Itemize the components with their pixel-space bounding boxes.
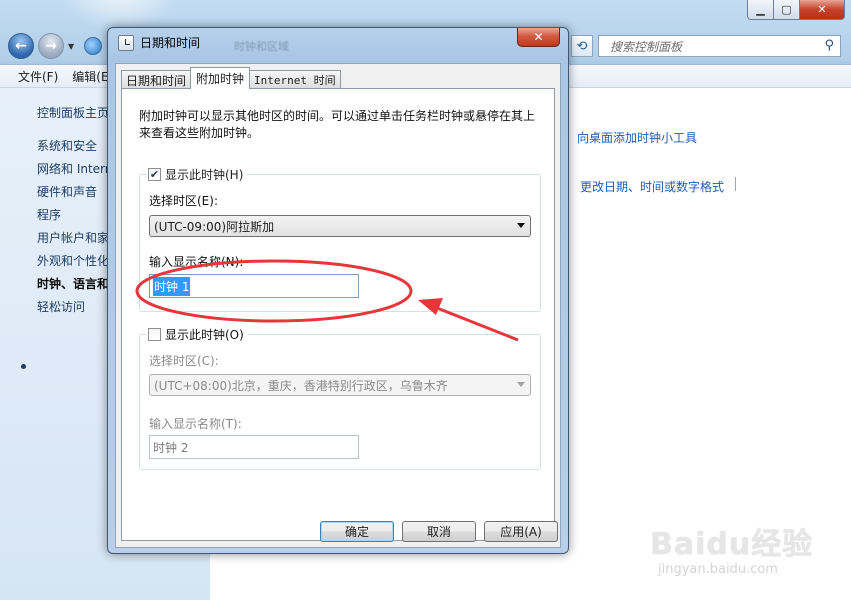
search-placeholder: 搜索控制面板 [610, 39, 683, 54]
clock1-timezone-value: (UTC-09:00)阿拉斯加 [154, 219, 275, 234]
back-button[interactable]: ← [8, 33, 34, 59]
nav-hardware-sound[interactable]: 硬件和声音 [37, 183, 97, 200]
recent-pages-dropdown-icon[interactable]: ▼ [68, 42, 74, 51]
active-nav-bullet [21, 364, 26, 369]
close-icon: ✕ [533, 30, 544, 44]
clock2-checkbox-label[interactable]: 显示此时钟(O) [165, 326, 244, 343]
blurred-background-text: 时钟和区域 [234, 40, 289, 53]
additional-clocks-panel: 附加时钟可以显示其他时区的时间。可以通过单击任务栏时钟或悬停在其上来查看这些附加… [121, 88, 555, 541]
tab-date-time[interactable]: 日期和时间 [121, 70, 192, 89]
clock1-timezone-label: 选择时区(E): [149, 194, 218, 208]
menu-file[interactable]: 文件(F) [18, 68, 58, 85]
refresh-icon: ⟲ [576, 38, 588, 54]
search-input[interactable]: 搜索控制面板 ⚲ [598, 35, 841, 57]
clock1-timezone-select[interactable]: (UTC-09:00)阿拉斯加 [149, 215, 531, 237]
window-caption-buttons: ▁ ▢ ✕ [747, 0, 845, 20]
baidu-watermark: Baidu经验 [650, 527, 814, 562]
clock2-timezone-select[interactable]: (UTC+08:00)北京，重庆，香港特别行政区，乌鲁木齐 [149, 374, 531, 396]
maximize-button[interactable]: ▢ [774, 0, 800, 20]
date-time-dialog: 日期和时间 时钟和区域 ✕ 日期和时间 附加时钟 Internet 时间 附加时… [107, 27, 569, 554]
refresh-button[interactable]: ⟲ [571, 35, 593, 57]
minimize-button[interactable]: ▁ [747, 0, 774, 20]
clock1-checkbox-label[interactable]: 显示此时钟(H) [165, 166, 243, 183]
clock2-timezone-label: 选择时区(C): [149, 354, 219, 368]
ok-button[interactable]: 确定 [320, 521, 394, 542]
dialog-title-bar: 日期和时间 [118, 34, 200, 51]
navigation-buttons: ← → ▼ [8, 33, 103, 59]
nav-network-internet[interactable]: 网络和 Intern [37, 160, 112, 177]
clock2-name-label: 输入显示名称(T): [149, 417, 242, 431]
clock2-name-input[interactable]: 时钟 2 [149, 435, 359, 459]
clock-icon [118, 34, 134, 51]
nav-clock-language-region[interactable]: 时钟、语言和 [37, 275, 109, 292]
clock2-name-value: 时钟 2 [153, 440, 189, 455]
apply-button[interactable]: 应用(A) [484, 521, 558, 542]
nav-user-accounts[interactable]: 用户帐户和家 [37, 229, 109, 246]
nav-ease-of-access[interactable]: 轻松访问 [37, 298, 85, 315]
nav-programs[interactable]: 程序 [37, 206, 61, 223]
dialog-body: 日期和时间 附加时钟 Internet 时间 附加时钟可以显示其他时区的时间。可… [115, 63, 561, 548]
link-separator [735, 177, 736, 191]
add-clock-gadget-link[interactable]: 向桌面添加时钟小工具 [577, 129, 697, 146]
search-icon[interactable]: ⚲ [824, 38, 834, 53]
dialog-close-button[interactable]: ✕ [517, 28, 560, 47]
tab-additional-clocks[interactable]: 附加时钟 [190, 67, 251, 89]
dialog-title: 日期和时间 [140, 36, 201, 50]
baidu-watermark-url: jingyan.baidu.com [658, 562, 778, 577]
clock2-header: 显示此时钟(O) [146, 326, 248, 343]
cancel-button[interactable]: 取消 [402, 521, 476, 542]
checkmark-icon: ✔ [149, 168, 160, 181]
nav-appearance[interactable]: 外观和个性化 [37, 252, 109, 269]
close-window-button[interactable]: ✕ [800, 0, 845, 20]
clock2-checkbox[interactable] [148, 328, 161, 341]
dropdown-arrow-icon [517, 223, 525, 228]
clock2-timezone-value: (UTC+08:00)北京，重庆，香港特别行政区，乌鲁木齐 [154, 378, 448, 393]
nav-system-security[interactable]: 系统和安全 [37, 137, 97, 154]
clock1-header: ✔ 显示此时钟(H) [146, 166, 248, 183]
change-format-link[interactable]: 更改日期、时间或数字格式 [580, 178, 724, 195]
nav-control-panel-home[interactable]: 控制面板主页 [37, 104, 109, 121]
clock1-name-label: 输入显示名称(N): [149, 255, 244, 269]
clock2-group: 显示此时钟(O) 选择时区(C): (UTC+08:00)北京，重庆，香港特别行… [139, 326, 541, 470]
menu-edit[interactable]: 编辑(E [72, 68, 108, 85]
clock1-name-value: 时钟 1 [153, 276, 191, 296]
dropdown-arrow-icon [517, 382, 525, 387]
dialog-button-row: 确定 取消 应用(A) [320, 521, 558, 542]
forward-button[interactable]: → [38, 33, 64, 59]
clock1-group: ✔ 显示此时钟(H) 选择时区(E): (UTC-09:00)阿拉斯加 输入显示… [139, 166, 541, 312]
intro-text: 附加时钟可以显示其他时区的时间。可以通过单击任务栏时钟或悬停在其上来查看这些附加… [139, 109, 536, 140]
clock1-checkbox[interactable]: ✔ [148, 168, 161, 181]
tab-strip: 日期和时间 附加时钟 Internet 时间 [121, 67, 341, 89]
control-panel-icon [84, 37, 103, 55]
clock1-name-input[interactable]: 时钟 1 [149, 274, 359, 298]
tab-internet-time[interactable]: Internet 时间 [249, 70, 341, 89]
